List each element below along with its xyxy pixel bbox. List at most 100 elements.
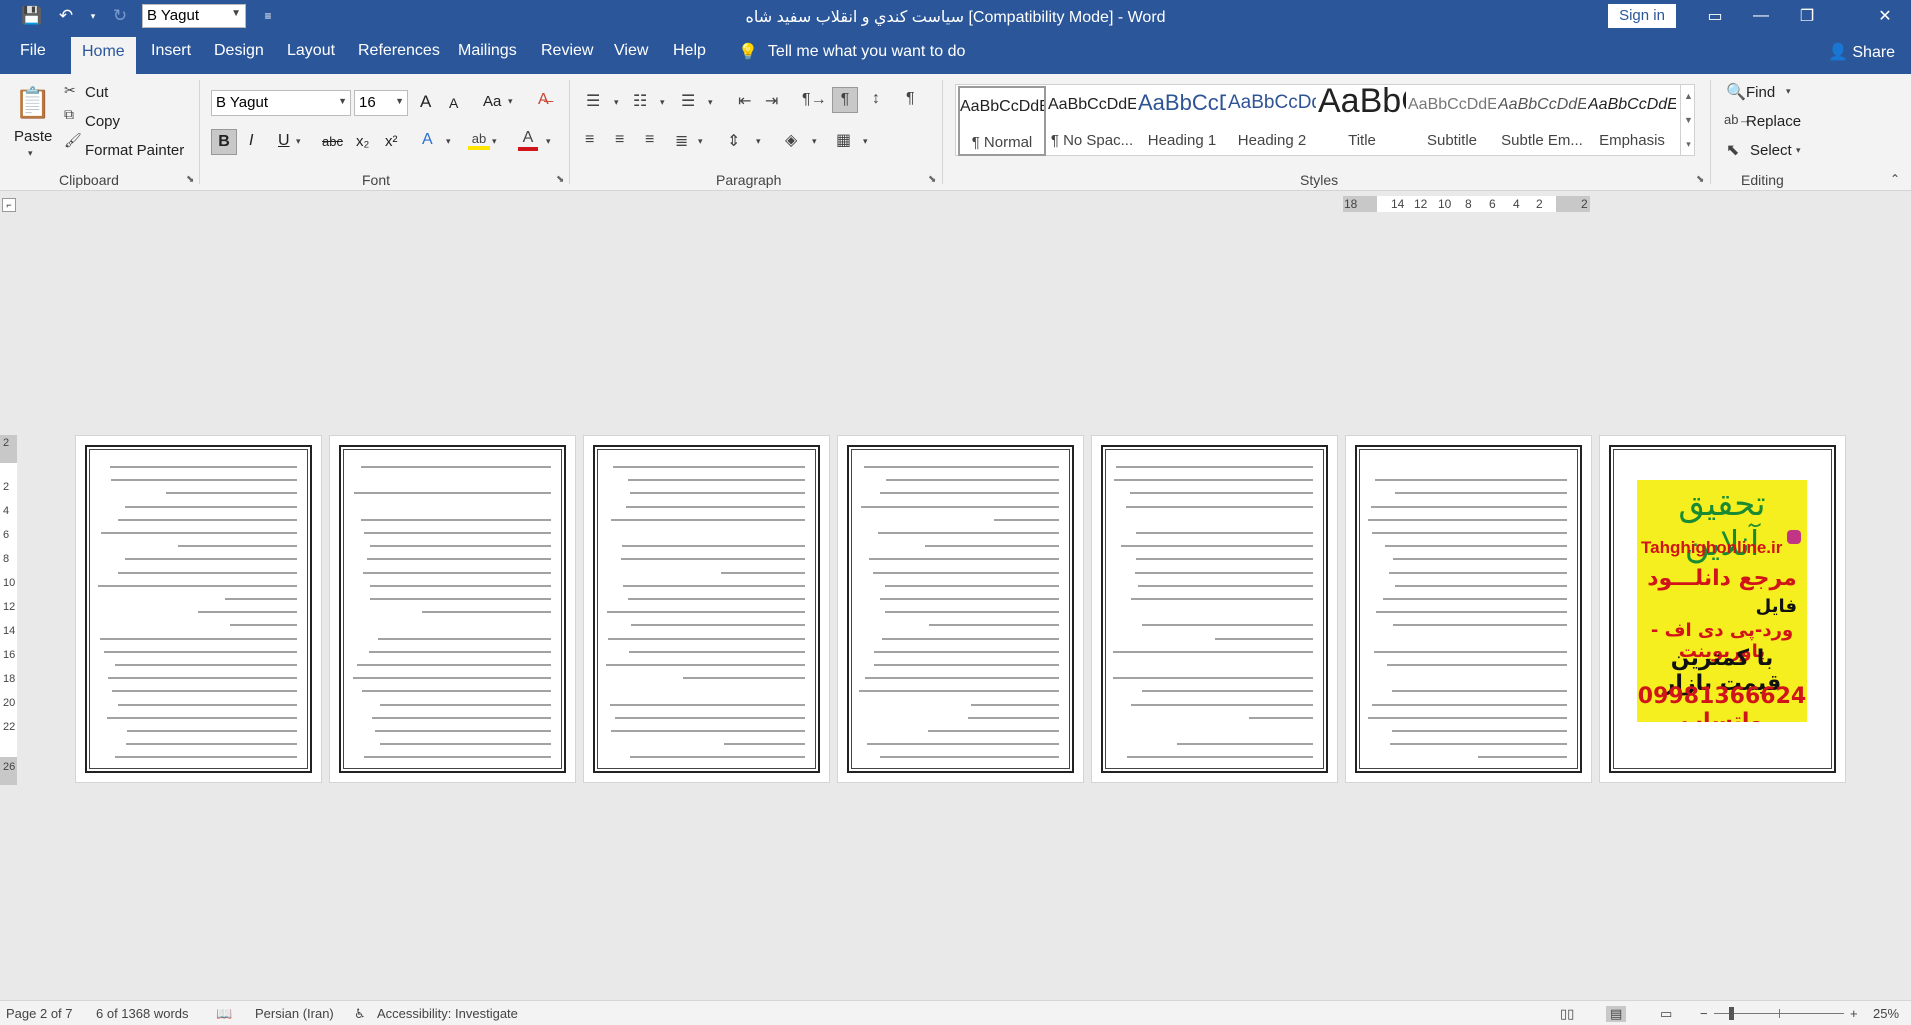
- ribbon-display-icon[interactable]: ▭: [1692, 0, 1738, 32]
- subscript-button[interactable]: x₂: [356, 133, 369, 150]
- sort-icon[interactable]: ↕: [872, 90, 880, 108]
- document-page[interactable]: [1091, 435, 1338, 783]
- word-count[interactable]: 6 of 1368 words: [96, 1006, 189, 1021]
- document-page[interactable]: [75, 435, 322, 783]
- print-layout-icon[interactable]: ▤: [1606, 1006, 1627, 1022]
- ltr-direction-icon[interactable]: ¶→: [802, 91, 827, 109]
- style-emphasis[interactable]: AaBbCcDdEe Emphasis: [1588, 86, 1676, 156]
- close-icon[interactable]: ✕: [1862, 0, 1908, 32]
- document-page[interactable]: [329, 435, 576, 783]
- borders-icon[interactable]: ▦: [836, 130, 851, 150]
- strikethrough-button[interactable]: abc: [322, 134, 343, 149]
- chevron-down-icon[interactable]: ▾: [863, 136, 868, 147]
- bullets-icon[interactable]: ☰: [586, 91, 600, 111]
- shading-icon[interactable]: ◈: [785, 130, 797, 150]
- chevron-down-icon[interactable]: ▾: [1796, 145, 1801, 156]
- italic-button[interactable]: I: [249, 132, 253, 150]
- clear-formatting-icon[interactable]: A̶: [538, 91, 549, 109]
- restore-icon[interactable]: ❐: [1784, 0, 1830, 32]
- chevron-down-icon[interactable]: ▾: [660, 97, 665, 108]
- font-name-combo[interactable]: B Yagut ▼: [211, 90, 351, 116]
- minimize-icon[interactable]: —: [1738, 0, 1784, 32]
- decrease-indent-icon[interactable]: ⇤: [738, 91, 751, 111]
- increase-indent-icon[interactable]: ⇥: [765, 91, 778, 111]
- scroll-up-icon[interactable]: ▲: [1681, 84, 1696, 108]
- collapse-ribbon-icon[interactable]: ⌃: [1890, 172, 1900, 186]
- paste-button[interactable]: Paste: [14, 128, 52, 145]
- accessibility-status[interactable]: Accessibility: Investigate: [377, 1006, 518, 1021]
- dialog-launcher-icon[interactable]: ⬊: [556, 174, 564, 185]
- chevron-down-icon[interactable]: ▾: [812, 136, 817, 147]
- chevron-down-icon[interactable]: ▾: [698, 136, 703, 147]
- language-indicator[interactable]: Persian (Iran): [255, 1006, 334, 1021]
- chevron-down-icon[interactable]: ▾: [508, 96, 513, 107]
- style-title[interactable]: AaBbCcDdEe Title: [1318, 86, 1406, 156]
- chevron-down-icon[interactable]: ▾: [756, 136, 761, 147]
- zoom-level[interactable]: 25%: [1873, 1006, 1899, 1021]
- format-painter-button[interactable]: Format Painter: [85, 142, 184, 159]
- chevron-down-icon[interactable]: ▾: [614, 97, 619, 108]
- style-normal[interactable]: AaBbCcDdEe ¶ Normal: [958, 86, 1046, 156]
- chevron-down-icon[interactable]: ▾: [492, 136, 497, 147]
- tab-home[interactable]: Home: [71, 37, 136, 75]
- scroll-down-icon[interactable]: ▼: [1681, 108, 1696, 132]
- share-button[interactable]: 👤 Share: [1828, 42, 1895, 62]
- justify-icon[interactable]: ≣: [675, 131, 688, 151]
- paste-icon[interactable]: 📋: [14, 86, 51, 122]
- dialog-launcher-icon[interactable]: ⬊: [186, 174, 194, 185]
- styles-scroll[interactable]: ▲ ▼ ▾: [1680, 84, 1696, 156]
- more-styles-icon[interactable]: ▾: [1681, 132, 1696, 156]
- vertical-ruler[interactable]: 2 2 4 6 8 10 12 14 16 18 20 22 26: [0, 435, 17, 785]
- tab-selector[interactable]: ⌐: [2, 198, 16, 212]
- style-heading-2[interactable]: AaBbCcDdEe Heading 2: [1228, 86, 1316, 156]
- copy-button[interactable]: Copy: [85, 113, 120, 130]
- tab-references[interactable]: References: [358, 42, 440, 60]
- superscript-button[interactable]: x²: [385, 133, 398, 150]
- dialog-launcher-icon[interactable]: ⬊: [1696, 174, 1704, 185]
- bold-button[interactable]: B: [211, 129, 237, 155]
- horizontal-ruler[interactable]: 18 14 12 10 8 6 4 2 2: [1343, 196, 1590, 212]
- page-indicator[interactable]: Page 2 of 7: [6, 1006, 73, 1021]
- align-right-icon[interactable]: ≡: [645, 131, 654, 149]
- line-spacing-icon[interactable]: ⇕: [727, 131, 740, 151]
- highlight-icon[interactable]: ab: [468, 131, 490, 150]
- chevron-down-icon[interactable]: ▾: [28, 148, 33, 159]
- numbering-icon[interactable]: ☷: [633, 91, 647, 111]
- rtl-direction-icon[interactable]: ¶: [832, 87, 858, 113]
- style-no-spacing[interactable]: AaBbCcDdEe ¶ No Spac...: [1048, 86, 1136, 156]
- web-layout-icon[interactable]: ▭: [1660, 1006, 1672, 1022]
- chevron-down-icon[interactable]: ▾: [296, 136, 301, 147]
- read-mode-icon[interactable]: ▯▯: [1560, 1006, 1574, 1022]
- document-page[interactable]: [1345, 435, 1592, 783]
- tab-review[interactable]: Review: [541, 42, 593, 60]
- sign-in-button[interactable]: Sign in: [1608, 4, 1676, 28]
- proofing-icon[interactable]: 📖: [216, 1006, 232, 1022]
- tab-layout[interactable]: Layout: [287, 42, 335, 60]
- find-button[interactable]: Find: [1746, 84, 1775, 101]
- tab-mailings[interactable]: Mailings: [458, 42, 517, 60]
- chevron-down-icon[interactable]: ▾: [546, 136, 551, 147]
- text-effects-icon[interactable]: A: [422, 131, 433, 149]
- shrink-font-button[interactable]: A: [449, 95, 458, 111]
- tab-insert[interactable]: Insert: [151, 42, 191, 60]
- show-formatting-marks-icon[interactable]: ¶: [906, 90, 915, 108]
- underline-button[interactable]: U: [278, 132, 290, 150]
- replace-button[interactable]: Replace: [1746, 113, 1801, 130]
- change-case-button[interactable]: Aa: [483, 93, 501, 110]
- cut-button[interactable]: Cut: [85, 84, 108, 101]
- tab-design[interactable]: Design: [214, 42, 264, 60]
- chevron-down-icon[interactable]: ▾: [1786, 86, 1791, 97]
- font-size-combo[interactable]: 16 ▼: [354, 90, 408, 116]
- tab-view[interactable]: View: [614, 42, 648, 60]
- zoom-in-icon[interactable]: +: [1850, 1006, 1858, 1021]
- align-left-icon[interactable]: ≡: [585, 131, 594, 149]
- chevron-down-icon[interactable]: ▾: [708, 97, 713, 108]
- dialog-launcher-icon[interactable]: ⬊: [928, 174, 936, 185]
- document-page[interactable]: [837, 435, 1084, 783]
- grow-font-button[interactable]: A: [420, 92, 431, 112]
- tell-me-box[interactable]: 💡 Tell me what you want to do: [738, 42, 965, 62]
- tab-file[interactable]: File: [20, 42, 46, 60]
- style-heading-1[interactable]: AaBbCcDdEe Heading 1: [1138, 86, 1226, 156]
- font-color-icon[interactable]: A: [518, 129, 538, 151]
- document-page[interactable]: [583, 435, 830, 783]
